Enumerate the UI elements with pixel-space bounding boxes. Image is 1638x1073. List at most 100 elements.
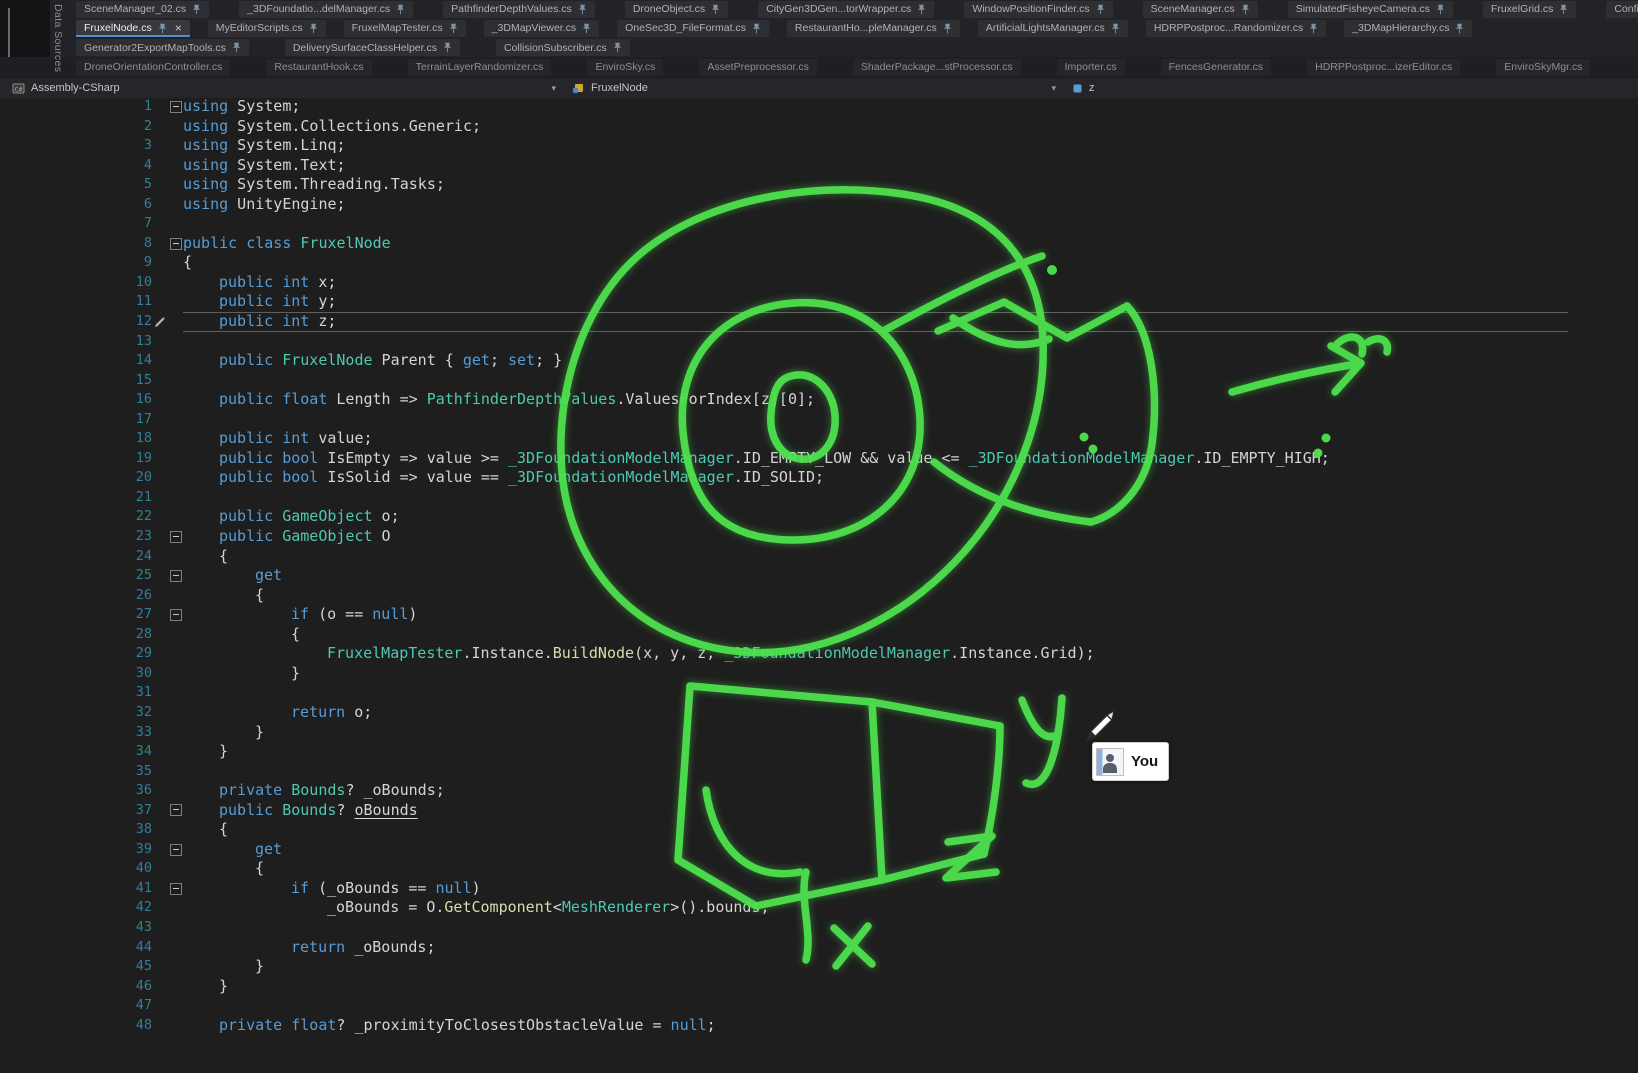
pin-icon[interactable] (396, 4, 405, 15)
code-line[interactable]: 13 (0, 332, 1638, 352)
fold-collapse-icon[interactable] (170, 844, 182, 856)
code-line[interactable]: 4using System.Text; (0, 156, 1638, 176)
pin-icon[interactable] (943, 23, 952, 34)
fold-collapse-icon[interactable] (170, 101, 182, 113)
pin-icon[interactable] (1241, 4, 1250, 15)
pin-icon[interactable] (232, 42, 241, 53)
code-line[interactable]: 6using UnityEngine; (0, 195, 1638, 215)
editor-tab[interactable]: _3DFoundatio...delManager.cs (239, 1, 413, 18)
code-line[interactable]: 33} (0, 723, 1638, 743)
code-line[interactable]: 48private float? _proximityToClosestObst… (0, 1016, 1638, 1036)
editor-tab[interactable]: RestaurantHook.cs (266, 59, 371, 76)
editor-tab[interactable]: SimulatedFisheyeCamera.cs (1288, 1, 1453, 18)
code-line[interactable]: 23public GameObject O (0, 527, 1638, 547)
fold-collapse-icon[interactable] (170, 609, 182, 621)
close-icon[interactable]: × (175, 23, 182, 33)
pin-icon[interactable] (1111, 23, 1120, 34)
code-line[interactable]: 43 (0, 918, 1638, 938)
code-line[interactable]: 18public int value; (0, 429, 1638, 449)
code-line[interactable]: 19public bool IsEmpty => value >= _3DFou… (0, 449, 1638, 469)
editor-tab[interactable]: HDRPPostproc...Randomizer.cs (1146, 20, 1326, 37)
code-line[interactable]: 1using System; (0, 97, 1638, 117)
code-line[interactable]: 38{ (0, 820, 1638, 840)
code-line[interactable]: 22public GameObject o; (0, 507, 1638, 527)
editor-tab[interactable]: WindowPositionFinder.cs (964, 1, 1112, 18)
code-line[interactable]: 3using System.Linq; (0, 136, 1638, 156)
code-line[interactable]: 32return o; (0, 703, 1638, 723)
pin-icon[interactable] (582, 23, 591, 34)
pin-icon[interactable] (1096, 4, 1105, 15)
code-line[interactable]: 39get (0, 840, 1638, 860)
code-line[interactable]: 34} (0, 742, 1638, 762)
fold-collapse-icon[interactable] (170, 804, 182, 816)
code-line[interactable]: 2using System.Collections.Generic; (0, 117, 1638, 137)
code-line[interactable]: 40{ (0, 859, 1638, 879)
code-line[interactable]: 8public class FruxelNode (0, 234, 1638, 254)
pin-icon[interactable] (1436, 4, 1445, 15)
code-line[interactable]: 41if (_oBounds == null) (0, 879, 1638, 899)
data-sources-dock-tab[interactable]: Data Sources (52, 4, 64, 72)
code-editor[interactable]: 1using System;2using System.Collections.… (0, 97, 1638, 1073)
pin-icon[interactable] (711, 4, 720, 15)
code-line[interactable]: 9{ (0, 253, 1638, 273)
code-line[interactable]: 28{ (0, 625, 1638, 645)
pin-icon[interactable] (192, 4, 201, 15)
code-line[interactable]: 21 (0, 488, 1638, 508)
code-line[interactable]: 30} (0, 664, 1638, 684)
fold-collapse-icon[interactable] (170, 531, 182, 543)
code-line[interactable]: 16public float Length => PathfinderDepth… (0, 390, 1638, 410)
pin-icon[interactable] (1559, 4, 1568, 15)
editor-tab[interactable]: RestaurantHo...pleManager.cs (787, 20, 960, 37)
fold-collapse-icon[interactable] (170, 238, 182, 250)
code-line[interactable]: 42_oBounds = O.GetComponent<MeshRenderer… (0, 898, 1638, 918)
editor-tab[interactable]: DroneOrientationController.cs (76, 59, 230, 76)
code-line[interactable]: 5using System.Threading.Tasks; (0, 175, 1638, 195)
code-line[interactable]: 7 (0, 214, 1638, 234)
pin-icon[interactable] (578, 4, 587, 15)
editor-tab[interactable]: SceneManager.cs (1143, 1, 1258, 18)
pin-icon[interactable] (917, 4, 926, 15)
code-line[interactable]: 36private Bounds? _oBounds; (0, 781, 1638, 801)
pin-icon[interactable] (449, 23, 458, 34)
editor-tab[interactable]: AssetPreprocessor.cs (699, 59, 817, 76)
editor-tab[interactable]: FruxelNode.cs× (76, 20, 190, 37)
code-line[interactable]: 31 (0, 683, 1638, 703)
code-line[interactable]: 14public FruxelNode Parent { get; set; } (0, 351, 1638, 371)
code-line[interactable]: 45} (0, 957, 1638, 977)
editor-tab[interactable]: ShaderPackage...stProcessor.cs (853, 59, 1021, 76)
code-line[interactable]: 17 (0, 410, 1638, 430)
editor-tab[interactable]: FencesGenerator.cs (1161, 59, 1272, 76)
fold-collapse-icon[interactable] (170, 570, 182, 582)
editor-tab[interactable]: SceneManager_02.cs (76, 1, 209, 18)
code-line[interactable]: 44return _oBounds; (0, 938, 1638, 958)
code-line[interactable]: 26{ (0, 586, 1638, 606)
editor-tab[interactable]: FruxelMapTester.cs (344, 20, 466, 37)
editor-tab[interactable]: FruxelGrid.cs (1483, 1, 1576, 18)
type-dropdown[interactable]: FruxelNode ▾ (568, 78, 1068, 98)
pin-icon[interactable] (752, 23, 761, 34)
editor-tab[interactable]: _3DMapViewer.cs (484, 20, 599, 37)
project-dropdown[interactable]: C# Assembly-CSharp ▾ (8, 78, 568, 98)
editor-tab[interactable]: _3DMapHierarchy.cs (1344, 20, 1472, 37)
pin-icon[interactable] (158, 23, 167, 34)
code-line[interactable]: 27if (o == null) (0, 605, 1638, 625)
editor-tab[interactable]: EnviroSky.cs (587, 59, 663, 76)
code-line[interactable]: 15 (0, 371, 1638, 391)
code-line[interactable]: 35 (0, 762, 1638, 782)
code-line[interactable]: 37public Bounds? oBounds (0, 801, 1638, 821)
pin-icon[interactable] (613, 42, 622, 53)
code-line[interactable]: 46} (0, 977, 1638, 997)
editor-tab[interactable]: DeliverySurfaceClassHelper.cs (285, 39, 460, 56)
editor-tab[interactable]: MyEditorScripts.cs (208, 20, 326, 37)
pin-icon[interactable] (309, 23, 318, 34)
code-line[interactable]: 12public int z; (0, 312, 1638, 332)
pin-icon[interactable] (1309, 23, 1318, 34)
editor-tab[interactable]: ArtificialLightsManager.cs (978, 20, 1128, 37)
editor-tab[interactable]: Config.cs (1606, 1, 1638, 18)
editor-tab[interactable]: EnviroSkyMgr.cs (1496, 59, 1590, 76)
editor-tab[interactable]: PathfinderDepthValues.cs (443, 1, 595, 18)
pin-icon[interactable] (1455, 23, 1464, 34)
member-dropdown[interactable]: z (1068, 78, 1638, 98)
code-line[interactable]: 11public int y; (0, 292, 1638, 312)
editor-tab[interactable]: CollisionSubscriber.cs (496, 39, 630, 56)
